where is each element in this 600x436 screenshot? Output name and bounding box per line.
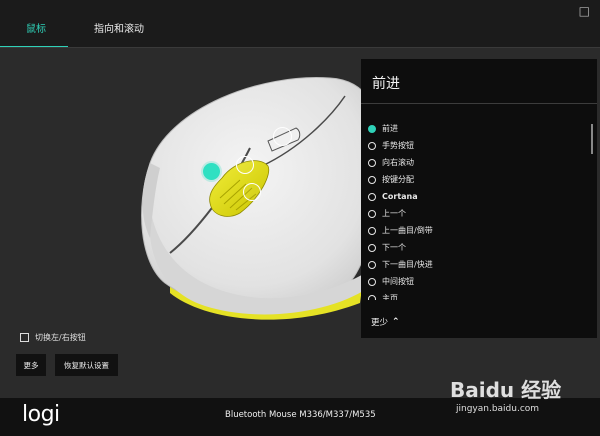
hotspot-middle-button[interactable] <box>236 156 254 174</box>
top-nav-bar: 鼠标 指向和滚动 □ <box>0 0 600 48</box>
option-cortana[interactable]: Cortana <box>368 188 418 205</box>
action-options-list: 前进 手势按钮 向右滚动 按键分配 Cortana 上一个 上一曲目/倒带 下一… <box>361 120 589 300</box>
device-name: Bluetooth Mouse M336/M337/M535 <box>225 410 376 420</box>
radio-icon[interactable] <box>368 124 376 133</box>
swap-buttons-label: 切换左/右按钮 <box>35 333 86 342</box>
button-assignment-panel: 前进 前进 手势按钮 向右滚动 按键分配 Cortana 上一个 上一曲目/倒带… <box>361 59 597 338</box>
radio-icon[interactable] <box>368 141 376 150</box>
option-label: 上一曲目/倒带 <box>382 226 433 235</box>
option-gesture-button[interactable]: 手势按钮 <box>368 137 414 154</box>
option-label: 下一曲目/快进 <box>382 260 433 269</box>
radio-icon[interactable] <box>368 243 376 252</box>
option-forward[interactable]: 前进 <box>368 120 398 137</box>
option-label: 上一个 <box>382 209 406 218</box>
radio-icon[interactable] <box>368 226 376 235</box>
option-home[interactable]: 主页 <box>368 290 398 300</box>
option-middle-button[interactable]: 中间按钮 <box>368 273 414 290</box>
swap-buttons-option[interactable]: 切换左/右按钮 <box>20 332 86 343</box>
restore-defaults-button[interactable]: 恢复默认设置 <box>55 354 118 376</box>
radio-icon[interactable] <box>368 209 376 218</box>
hotspot-scroll-wheel[interactable] <box>243 183 261 201</box>
option-scroll-right[interactable]: 向右滚动 <box>368 154 414 171</box>
tab-point-and-scroll[interactable]: 指向和滚动 <box>94 20 144 35</box>
tab-mouse[interactable]: 鼠标 <box>26 20 46 35</box>
option-label: 向右滚动 <box>382 158 414 167</box>
option-label: Cortana <box>382 192 418 201</box>
option-label: 下一个 <box>382 243 406 252</box>
radio-icon[interactable] <box>368 192 376 201</box>
hotspot-forward-button[interactable] <box>203 163 220 180</box>
more-button[interactable]: 更多 <box>16 354 46 376</box>
option-previous[interactable]: 上一个 <box>368 205 406 222</box>
swap-buttons-checkbox[interactable] <box>20 333 29 342</box>
radio-icon[interactable] <box>368 294 376 300</box>
watermark-text: Baidu 经验 <box>450 378 562 402</box>
radio-icon[interactable] <box>368 277 376 286</box>
option-label: 按键分配 <box>382 175 414 184</box>
option-label: 中间按钮 <box>382 277 414 286</box>
watermark-url: jingyan.baidu.com <box>456 404 540 414</box>
hotspot-side-button[interactable] <box>273 127 292 146</box>
option-previous-track[interactable]: 上一曲目/倒带 <box>368 222 433 239</box>
radio-icon[interactable] <box>368 158 376 167</box>
option-label: 主页 <box>382 294 398 300</box>
radio-icon[interactable] <box>368 175 376 184</box>
logitech-options-window: 鼠标 指向和滚动 □ 切换左/右按钮 更多 恢复默认设置 前进 前进 手势按钮 … <box>0 0 600 436</box>
chevron-up-icon: ⌃ <box>392 317 400 327</box>
options-scrollbar[interactable] <box>591 124 593 154</box>
logitech-logo[interactable]: logi <box>22 402 60 427</box>
option-label: 前进 <box>382 124 398 133</box>
show-less-button[interactable]: 更少 ⌃ <box>371 316 400 328</box>
panel-divider <box>361 103 597 104</box>
radio-icon[interactable] <box>368 260 376 269</box>
option-label: 手势按钮 <box>382 141 414 150</box>
baidu-watermark: Baidu 经验 jingyan.baidu.com <box>440 368 600 420</box>
option-keystroke-assignment[interactable]: 按键分配 <box>368 171 414 188</box>
window-close-icon[interactable]: □ <box>579 4 590 18</box>
option-next[interactable]: 下一个 <box>368 239 406 256</box>
panel-title: 前进 <box>372 76 400 92</box>
option-next-track[interactable]: 下一曲目/快进 <box>368 256 433 273</box>
show-less-label: 更少 <box>371 318 389 328</box>
